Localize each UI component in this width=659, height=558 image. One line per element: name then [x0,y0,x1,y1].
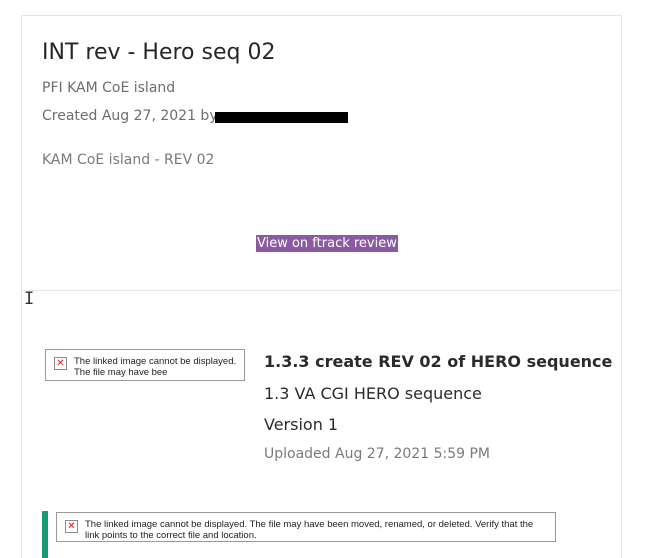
section-divider [22,290,622,291]
version-task: 1.3 VA CGI HERO sequence [264,384,482,403]
broken-image-icon: ✕ [54,357,67,370]
broken-image-icon: ✕ [65,520,78,533]
version-thumbnail[interactable]: ✕ The linked image cannot be displayed. … [45,349,245,381]
created-info: Created Aug 27, 2021 by [42,108,218,124]
accent-bar [42,511,48,558]
review-card [21,15,622,558]
version-number: Version 1 [264,415,339,434]
page-title: INT rev - Hero seq 02 [42,40,276,65]
footer-image: ✕ The linked image cannot be displayed. … [56,512,556,542]
text-cursor-icon: I [24,289,35,309]
uploaded-date: Uploaded Aug 27, 2021 5:59 PM [264,446,490,462]
redacted-username [215,112,348,123]
broken-image-text: The linked image cannot be displayed. Th… [74,356,237,378]
version-title: 1.3.3 create REV 02 of HERO sequence [264,352,613,371]
broken-image-text: The linked image cannot be displayed. Th… [85,519,534,541]
view-on-ftrack-review-link[interactable]: View on ftrack review [256,235,398,252]
review-subtitle: KAM CoE island - REV 02 [42,152,215,168]
project-name: PFI KAM CoE island [42,80,176,96]
